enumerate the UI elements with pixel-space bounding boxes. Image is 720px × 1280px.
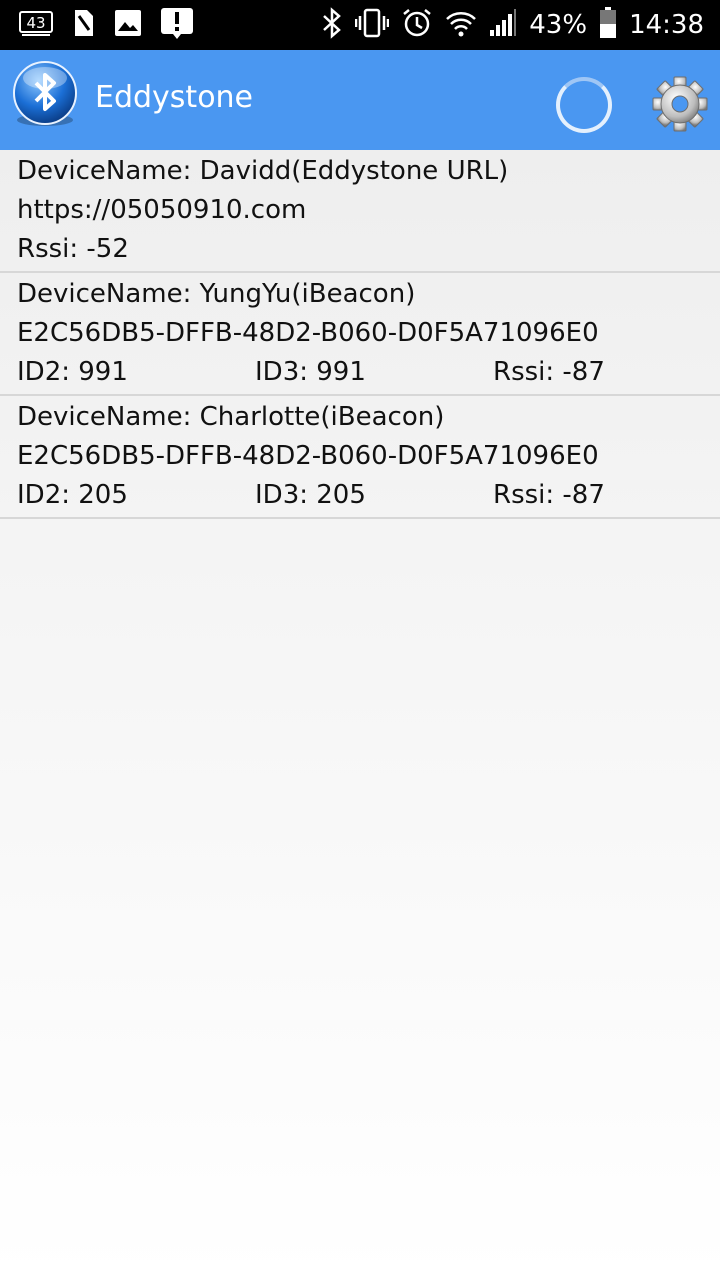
device-name: DeviceName: Charlotte(iBeacon) xyxy=(17,402,445,432)
device-name: DeviceName: Davidd(Eddystone URL) xyxy=(17,156,509,186)
device-id3: ID3: 205 xyxy=(255,480,366,510)
list-item[interactable]: DeviceName: YungYu(iBeacon) E2C56DB5-DFF… xyxy=(0,273,720,396)
image-icon xyxy=(114,9,142,41)
wifi-icon xyxy=(445,8,477,42)
status-bar-left: 43 xyxy=(18,8,194,42)
sim-icon xyxy=(72,8,96,42)
device-list: DeviceName: Davidd(Eddystone URL) https:… xyxy=(0,150,720,519)
device-rssi: Rssi: -52 xyxy=(17,234,129,264)
device-id3: ID3: 991 xyxy=(255,357,366,387)
list-item[interactable]: DeviceName: Davidd(Eddystone URL) https:… xyxy=(0,150,720,273)
clock: 14:38 xyxy=(629,10,704,40)
device-name: DeviceName: YungYu(iBeacon) xyxy=(17,279,416,309)
notification-43-icon: 43 xyxy=(18,9,54,41)
device-rssi: Rssi: -87 xyxy=(493,480,605,510)
loading-spinner-icon xyxy=(556,77,612,133)
device-uuid: E2C56DB5-DFFB-48D2-B060-D0F5A71096E0 xyxy=(17,318,599,348)
device-id2: ID2: 205 xyxy=(17,480,128,510)
alarm-icon xyxy=(401,7,433,43)
device-url: https://05050910.com xyxy=(17,195,307,225)
app-bar: Eddystone xyxy=(0,50,720,150)
list-item[interactable]: DeviceName: Charlotte(iBeacon) E2C56DB5-… xyxy=(0,396,720,519)
device-rssi: Rssi: -87 xyxy=(493,357,605,387)
bluetooth-logo-icon xyxy=(10,60,80,130)
status-bar: 43 43% 14:38 xyxy=(0,0,720,50)
vibrate-icon xyxy=(355,8,390,42)
device-uuid: E2C56DB5-DFFB-48D2-B060-D0F5A71096E0 xyxy=(17,441,599,471)
status-bar-right: 43% 14:38 xyxy=(321,7,704,43)
notification-badge: 43 xyxy=(26,14,45,32)
bluetooth-icon xyxy=(321,7,343,43)
device-id2: ID2: 991 xyxy=(17,357,128,387)
battery-icon xyxy=(599,7,617,43)
alert-icon xyxy=(160,7,194,43)
app-title: Eddystone xyxy=(95,80,254,115)
signal-icon xyxy=(489,8,517,42)
battery-percent: 43% xyxy=(529,10,588,40)
settings-gear-icon[interactable] xyxy=(652,76,708,132)
